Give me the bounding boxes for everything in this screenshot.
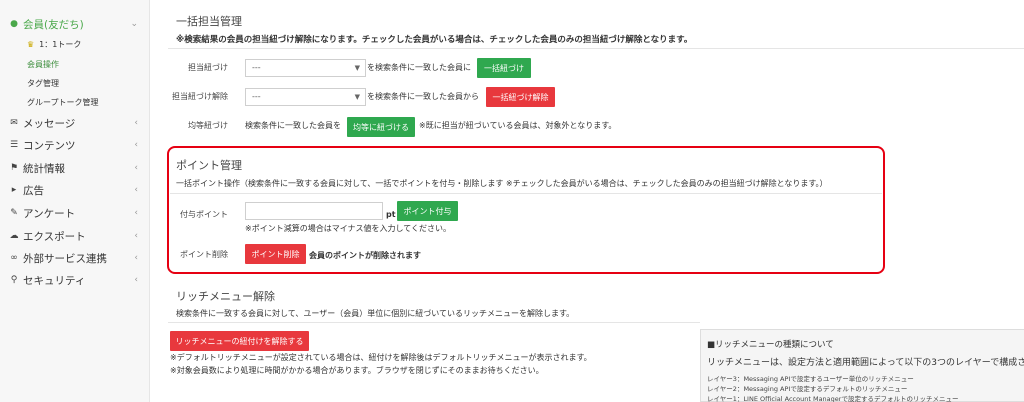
assign-label: 担当紐づけ [188,63,228,72]
crown-icon: ♛ [27,40,35,49]
delete-label: ポイント削除 [180,250,228,259]
sidebar-item-contents[interactable]: ☰ コンテンツ ‹ [0,135,150,155]
sidebar-sub-item-talk[interactable]: ♛ 1：1トーク [27,39,81,50]
even-assign-button[interactable]: 均等に紐づける [347,117,415,137]
chevron-left-icon: ‹ [134,163,138,173]
chevron-left-icon: ‹ [134,185,138,195]
info-layer-1: レイヤー1：LINE Official Account Managerで設定する… [707,395,959,402]
point-unit: pt [386,210,396,219]
even-note: ※既に担当が紐づいている会員は、対象外となります。 [419,121,617,130]
select-value: --- [252,92,261,101]
chevron-left-icon: ‹ [134,275,138,285]
sidebar-item-label: アンケート [23,207,76,220]
unassign-select[interactable]: --- ▼ [245,88,366,106]
sidebar-item-survey[interactable]: ✎ アンケート ‹ [0,203,150,223]
sidebar-item-label: セキュリティ [23,274,86,287]
grant-note: ※ポイント減算の場合はマイナス値を入力してください。 [245,224,452,233]
sidebar-item-external[interactable]: ∞ 外部サービス連携 ‹ [0,248,150,268]
sidebar-item-label: コンテンツ [23,139,76,152]
megaphone-icon: ▸ [11,185,17,195]
sidebar-item-security[interactable]: ⚲ セキュリティ ‹ [0,270,150,290]
sidebar-sub-item-group-talk[interactable]: グループトーク管理 [27,97,99,108]
user-icon: ● [10,19,18,29]
even-text: 検索条件に一致した会員を [245,121,341,130]
sidebar-sub-item-tags[interactable]: タグ管理 [27,78,59,89]
sidebar-item-ads[interactable]: ▸ 広告 ‹ [0,180,150,200]
point-amount-input[interactable] [245,202,383,220]
envelope-icon: ✉ [10,118,18,128]
unassign-text: を検索条件に一致した会員から [367,92,479,101]
divider [168,48,1024,49]
chevron-left-icon: ‹ [134,140,138,150]
assign-select[interactable]: --- ▼ [245,59,366,77]
bulk-unassign-button[interactable]: 一括紐づけ解除 [486,87,555,107]
points-desc: 一括ポイント操作（検索条件に一致する会員に対して、一括でポイントを付与・削除しま… [176,179,828,188]
divider [168,322,700,323]
list-icon: ☰ [9,140,19,150]
grant-points-button[interactable]: ポイント付与 [397,201,458,221]
richmenu-note-1: ※デフォルトリッチメニューが設定されている場合は、紐付けを解除後はデフォルトリッ… [170,353,592,362]
flag-icon: ⚑ [9,163,19,173]
cloud-icon: ☁ [9,231,19,241]
even-label: 均等紐づけ [188,121,228,130]
key-icon: ⚲ [10,275,18,285]
chevron-left-icon: ‹ [134,231,138,241]
info-layer-2: レイヤー2：Messaging APIで設定するデフォルトのリッチメニュー [707,385,908,393]
points-section-title: ポイント管理 [176,159,242,172]
assign-text: を検索条件に一致した会員に [367,63,471,72]
chevron-down-icon: ⌄ [130,19,138,29]
info-title: ■リッチメニューの種類について [707,340,834,350]
sidebar-item-label: エクスポート [23,230,86,243]
sidebar-item-label: 統計情報 [23,162,65,175]
link-icon: ∞ [10,253,18,263]
richmenu-info-panel: ■リッチメニューの種類について リッチメニューは、設定方法と適用範囲によって以下… [700,329,1024,402]
richmenu-section-title: リッチメニュー解除 [176,290,275,303]
caret-down-icon: ▼ [354,64,360,72]
sidebar-item-label: 外部サービス連携 [23,252,107,265]
caret-down-icon: ▼ [354,93,360,101]
chevron-left-icon: ‹ [134,253,138,263]
select-value: --- [252,63,261,72]
chevron-left-icon: ‹ [134,118,138,128]
bulk-section-title: 一括担当管理 [176,15,242,28]
bulk-assign-button[interactable]: 一括紐づけ [477,58,531,78]
sidebar-sub-item-member-ops[interactable]: 会員操作 [27,59,59,70]
sub-item-label: 1：1トーク [39,40,82,49]
grant-label: 付与ポイント [180,210,228,219]
divider [170,193,882,194]
richmenu-desc: 検索条件に一致する会員に対して、ユーザー（会員）単位に個別に紐づいているリッチメ… [176,309,575,318]
sidebar-item-label: メッセージ [23,117,76,130]
sidebar-item-members[interactable]: ● 会員(友だち) ⌄ [0,14,150,34]
unassign-label: 担当紐づけ解除 [172,92,228,101]
unlink-richmenu-button[interactable]: リッチメニューの紐付けを解除する [170,331,309,351]
sidebar-item-label: 広告 [23,184,44,197]
richmenu-note-2: ※対象会員数により処理に時間がかかる場合があります。ブラウザを閉じずにそのままお… [170,366,544,375]
pencil-icon: ✎ [10,208,18,218]
sidebar: ● 会員(友だち) ⌄ ♛ 1：1トーク 会員操作 タグ管理 グループトーク管理 … [0,0,150,402]
sidebar-item-label: 会員(友だち) [23,18,84,31]
info-layer-3: レイヤー3：Messaging APIで設定するユーザー単位のリッチメニュー [707,375,914,383]
bulk-note: ※検索結果の会員の担当紐づけ解除になります。チェックした会員がいる場合は、チェッ… [176,35,693,45]
sidebar-item-export[interactable]: ☁ エクスポート ‹ [0,226,150,246]
chevron-left-icon: ‹ [134,208,138,218]
delete-points-button[interactable]: ポイント削除 [245,244,306,264]
sidebar-item-stats[interactable]: ⚑ 統計情報 ‹ [0,158,150,178]
delete-note: 会員のポイントが削除されます [309,251,421,260]
sidebar-item-message[interactable]: ✉ メッセージ ‹ [0,113,150,133]
info-desc: リッチメニューは、設定方法と適用範囲によって以下の3つのレイヤーで構成されま [707,358,1024,368]
